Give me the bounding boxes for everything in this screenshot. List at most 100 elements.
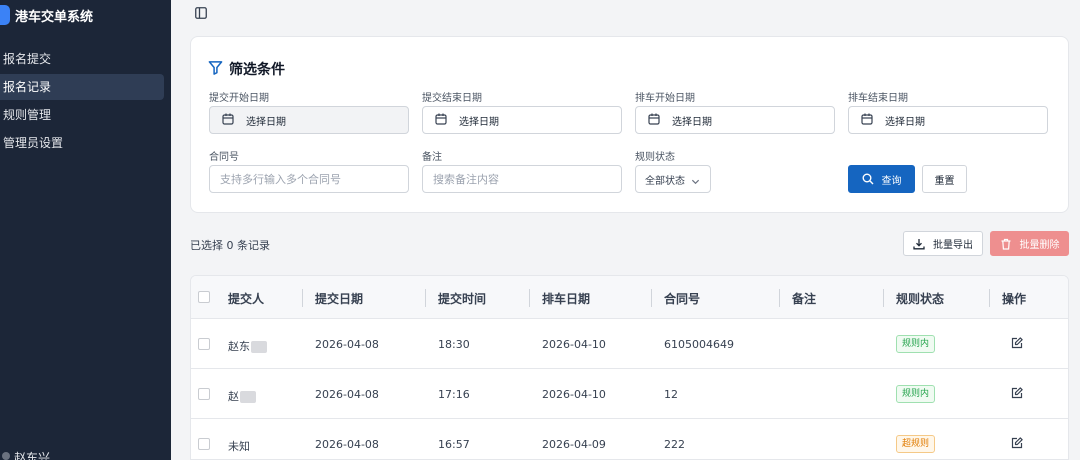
- col-submit-time: 提交时间: [438, 292, 487, 306]
- brand: 港车交单系统: [0, 4, 93, 26]
- cell-schedule-date: 2026-04-09: [542, 438, 606, 451]
- query-button-label: 查询: [881, 175, 902, 187]
- redacted-mask: [251, 341, 267, 353]
- column-divider: [529, 289, 530, 307]
- download-icon: [913, 238, 925, 250]
- sidebar-item-rules[interactable]: 规则管理: [0, 102, 164, 128]
- contract-label: 合同号: [209, 152, 239, 163]
- table-row[interactable]: 赵 2026-04-08 17:16 2026-04-10 12 规则内: [191, 369, 1068, 419]
- batch-delete-button[interactable]: 批量删除: [990, 231, 1069, 256]
- cell-submit-date: 2026-04-08: [315, 338, 379, 351]
- filter-icon: [208, 60, 223, 78]
- cell-submitter: 未知: [228, 440, 250, 453]
- table-row[interactable]: 赵东 2026-04-08 18:30 2026-04-10 610500464…: [191, 319, 1068, 369]
- cell-schedule-date: 2026-04-10: [542, 388, 606, 401]
- remark-label: 备注: [422, 152, 442, 163]
- schedule-start-date-picker[interactable]: 选择日期: [635, 106, 835, 134]
- cell-submit-date: 2026-04-08: [315, 438, 379, 451]
- status-badge: 规则内: [896, 335, 936, 353]
- date-placeholder: 选择日期: [459, 116, 499, 128]
- column-divider: [425, 289, 426, 307]
- selected-count: 已选择 0 条记录: [190, 239, 270, 252]
- sidebar-item-submit[interactable]: 报名提交: [0, 46, 164, 72]
- column-divider: [302, 289, 303, 307]
- column-divider: [883, 289, 884, 307]
- calendar-icon: [861, 113, 873, 128]
- sidebar-toggle-icon[interactable]: [193, 6, 209, 20]
- contract-input[interactable]: [209, 165, 409, 193]
- filter-header: 筛选条件: [208, 59, 285, 79]
- sidebar-item-records[interactable]: 报名记录: [0, 74, 164, 100]
- cell-submitter: 赵: [228, 388, 256, 404]
- chevron-down-icon: [691, 175, 700, 189]
- row-checkbox[interactable]: [198, 338, 210, 350]
- submit-end-label: 提交结束日期: [422, 93, 482, 104]
- user-name[interactable]: 赵东兴: [14, 449, 50, 460]
- edit-icon[interactable]: [1011, 337, 1023, 349]
- submit-start-date-picker[interactable]: 选择日期: [209, 106, 409, 134]
- calendar-icon: [222, 113, 234, 128]
- cell-schedule-date: 2026-04-10: [542, 338, 606, 351]
- rule-status-select[interactable]: 全部状态: [635, 165, 711, 193]
- batch-export-label: 批量导出: [933, 240, 973, 251]
- date-placeholder: 选择日期: [246, 116, 286, 128]
- cell-contract: 222: [664, 438, 685, 451]
- column-divider: [989, 289, 990, 307]
- cell-contract: 6105004649: [664, 338, 734, 351]
- schedule-end-label: 排车结束日期: [848, 93, 908, 104]
- reset-button-label: 重置: [934, 175, 955, 187]
- col-rule-status: 规则状态: [896, 292, 945, 306]
- cell-submit-time: 16:57: [438, 438, 470, 451]
- submit-start-label: 提交开始日期: [209, 93, 269, 104]
- status-badge: 规则内: [896, 385, 936, 403]
- table-header: 提交人 提交日期 提交时间 排车日期 合同号 备注 规则状态 操作: [191, 276, 1068, 319]
- sidebar: 港车交单系统 报名提交 报名记录 规则管理 管理员设置 赵东兴: [0, 0, 171, 460]
- status-badge: 超规则: [896, 435, 936, 453]
- date-placeholder: 选择日期: [672, 116, 712, 128]
- remark-input[interactable]: [422, 165, 622, 193]
- select-all-checkbox[interactable]: [198, 291, 210, 303]
- calendar-icon: [648, 113, 660, 128]
- submit-end-date-picker[interactable]: 选择日期: [422, 106, 622, 134]
- edit-icon[interactable]: [1011, 437, 1023, 449]
- avatar[interactable]: [2, 452, 10, 460]
- records-table: 提交人 提交日期 提交时间 排车日期 合同号 备注 规则状态 操作 赵东 202…: [190, 275, 1069, 460]
- cell-submitter: 赵东: [228, 338, 267, 354]
- cell-submit-time: 18:30: [438, 338, 470, 351]
- cell-submit-time: 17:16: [438, 388, 470, 401]
- trash-icon: [1000, 238, 1012, 250]
- row-checkbox[interactable]: [198, 388, 210, 400]
- batch-export-button[interactable]: 批量导出: [903, 231, 983, 256]
- col-contract: 合同号: [664, 292, 701, 306]
- col-schedule-date: 排车日期: [542, 292, 591, 306]
- col-submitter: 提交人: [228, 292, 265, 306]
- query-button[interactable]: 查询: [848, 165, 915, 193]
- main-content: 筛选条件 提交开始日期 提交结束日期 排车开始日期 排车结束日期 选择日期 选择…: [171, 0, 1080, 460]
- col-actions: 操作: [1002, 292, 1027, 306]
- filter-title: 筛选条件: [229, 62, 285, 78]
- rule-status-value: 全部状态: [645, 175, 685, 187]
- col-remark: 备注: [792, 292, 817, 306]
- date-placeholder: 选择日期: [885, 116, 925, 128]
- batch-delete-label: 批量删除: [1019, 240, 1060, 251]
- calendar-icon: [435, 113, 447, 128]
- column-divider: [779, 289, 780, 307]
- filter-panel: 筛选条件 提交开始日期 提交结束日期 排车开始日期 排车结束日期 选择日期 选择…: [190, 36, 1069, 213]
- redacted-mask: [240, 391, 256, 403]
- reset-button[interactable]: 重置: [922, 165, 967, 193]
- row-checkbox[interactable]: [198, 438, 210, 450]
- schedule-start-label: 排车开始日期: [635, 93, 695, 104]
- col-submit-date: 提交日期: [315, 292, 364, 306]
- sidebar-nav: 报名提交 报名记录 规则管理 管理员设置: [0, 46, 171, 158]
- app-title: 港车交单系统: [15, 9, 94, 25]
- search-icon: [862, 173, 874, 185]
- app-logo-icon: [0, 5, 10, 25]
- column-divider: [651, 289, 652, 307]
- schedule-end-date-picker[interactable]: 选择日期: [848, 106, 1048, 134]
- rule-status-label: 规则状态: [635, 152, 675, 163]
- edit-icon[interactable]: [1011, 387, 1023, 399]
- sidebar-item-admin[interactable]: 管理员设置: [0, 130, 164, 156]
- table-row[interactable]: 未知 2026-04-08 16:57 2026-04-09 222 超规则: [191, 419, 1068, 459]
- cell-contract: 12: [664, 388, 678, 401]
- cell-submit-date: 2026-04-08: [315, 388, 379, 401]
